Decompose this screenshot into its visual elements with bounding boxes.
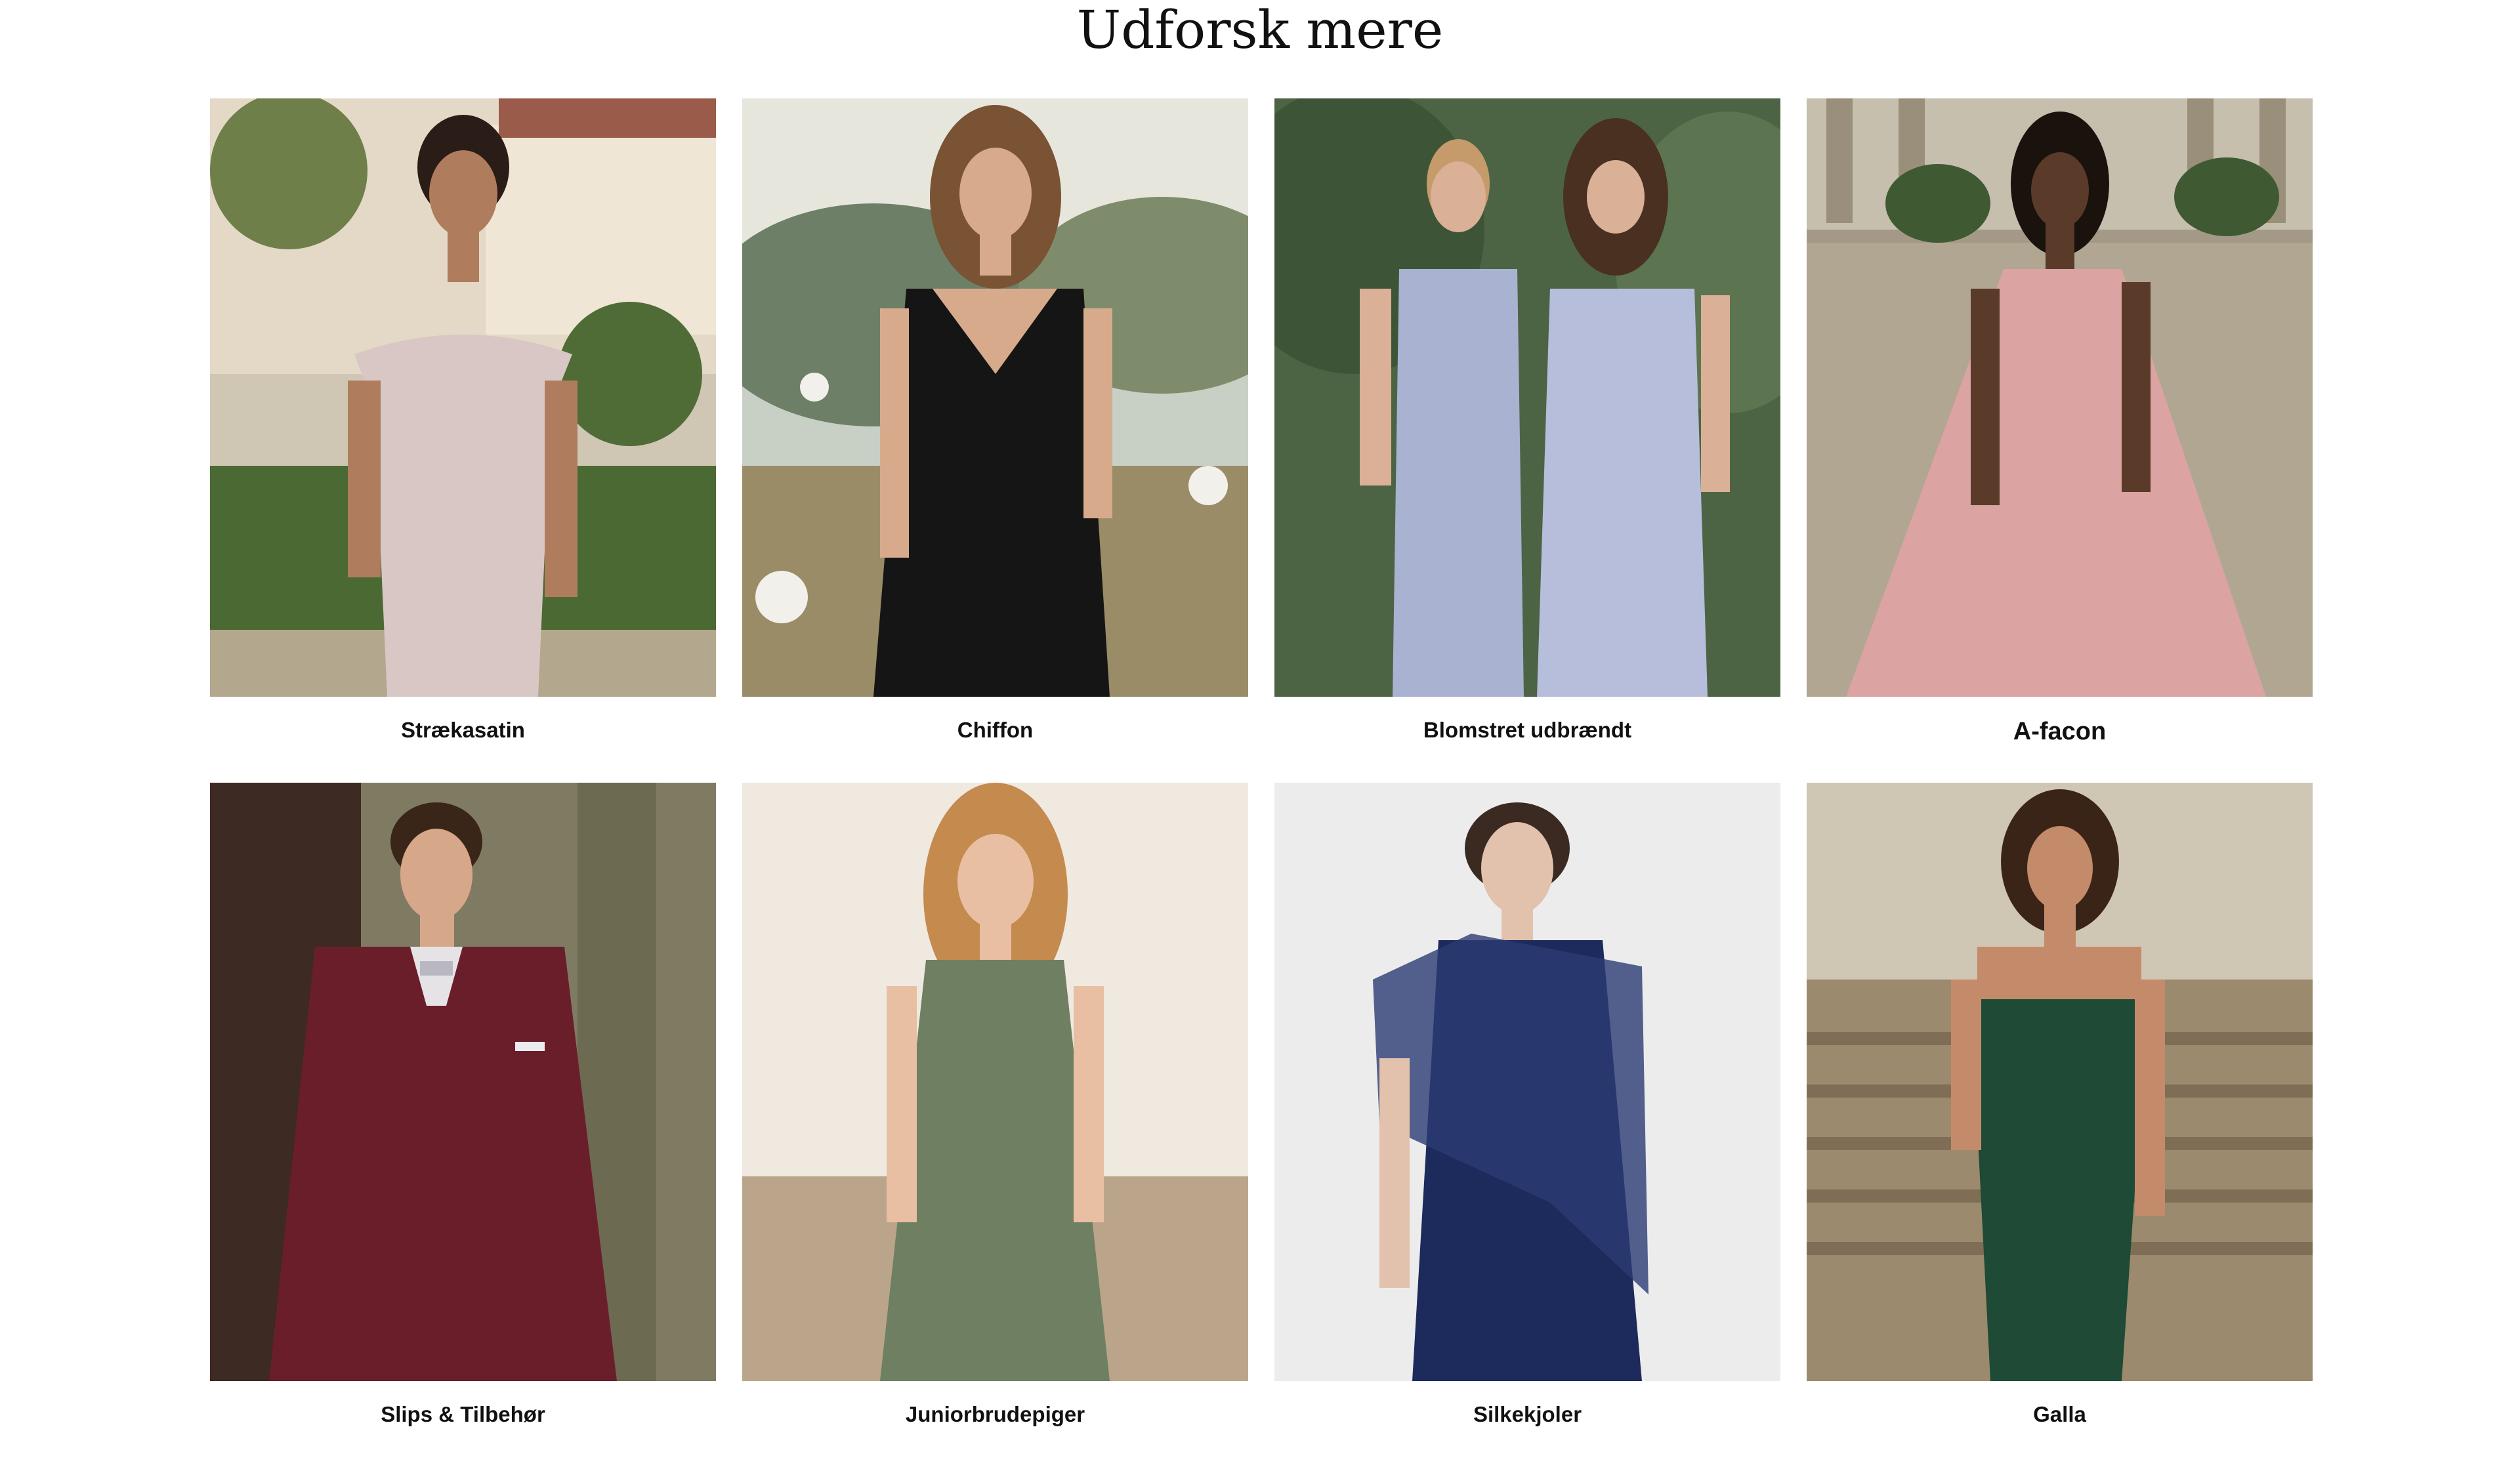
category-label[interactable]: Silkekjoler — [1274, 1401, 1780, 1428]
category-label[interactable]: A-facon — [1807, 718, 2313, 745]
category-tile-galla[interactable]: Galla — [1807, 783, 2313, 1467]
model-photo — [1807, 98, 2313, 697]
category-tile-straeksatin[interactable]: Strækasatin — [210, 98, 716, 783]
category-image[interactable] — [742, 783, 1248, 1381]
category-label[interactable]: Strækasatin — [210, 717, 716, 743]
category-label[interactable]: Slips & Tilbehør — [210, 1401, 716, 1428]
category-label[interactable]: Blomstret udbrændt — [1274, 717, 1780, 743]
category-image[interactable] — [1274, 98, 1780, 697]
section-title: Udforsk mere — [1076, 0, 1444, 60]
category-image[interactable] — [210, 783, 716, 1381]
model-photo — [1274, 98, 1780, 697]
category-tile-blomstret-udbraendt[interactable]: Blomstret udbrændt — [1274, 98, 1780, 783]
category-image[interactable] — [1274, 783, 1780, 1381]
category-label[interactable]: Chiffon — [742, 717, 1248, 743]
category-label[interactable]: Juniorbrudepiger — [742, 1401, 1248, 1428]
category-image[interactable] — [1807, 98, 2313, 697]
model-photo — [210, 783, 716, 1381]
category-image[interactable] — [210, 98, 716, 697]
category-label[interactable]: Galla — [1807, 1401, 2313, 1428]
model-photo — [1274, 783, 1780, 1381]
category-image[interactable] — [1807, 783, 2313, 1381]
category-tile-slips-tilbehor[interactable]: Slips & Tilbehør — [210, 783, 716, 1467]
category-grid: Strækasatin Chiffon Blomstret udbrændt A… — [210, 98, 2313, 1467]
category-tile-silkekjoler[interactable]: Silkekjoler — [1274, 783, 1780, 1467]
model-photo — [1807, 783, 2313, 1381]
model-photo — [210, 98, 716, 697]
category-tile-juniorbrudepiger[interactable]: Juniorbrudepiger — [742, 783, 1248, 1467]
category-tile-chiffon[interactable]: Chiffon — [742, 98, 1248, 783]
model-photo — [742, 98, 1248, 697]
category-image[interactable] — [742, 98, 1248, 697]
category-tile-a-facon[interactable]: A-facon — [1807, 98, 2313, 783]
model-photo — [742, 783, 1248, 1381]
